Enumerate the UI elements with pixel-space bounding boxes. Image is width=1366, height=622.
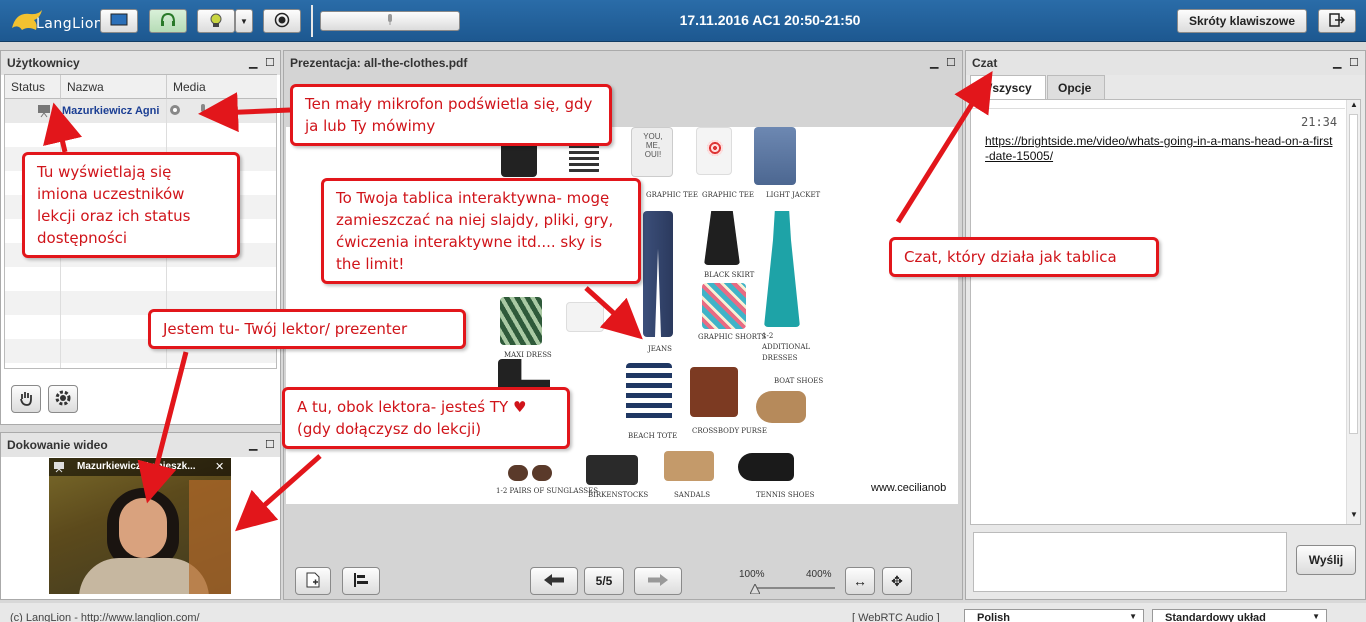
arrow-to-microphone — [198, 92, 291, 133]
callout-whiteboard: To Twoja tablica interaktywna- mogę zami… — [321, 178, 641, 284]
arrow-to-whiteboard — [584, 286, 643, 340]
arrow-to-teacher-video — [137, 351, 189, 504]
callout-users: Tu wyświetlają się imiona uczestników le… — [22, 152, 240, 258]
arrow-to-student-video — [235, 454, 322, 532]
callout-student: A tu, obok lektora- jesteś TY ♥ (gdy doł… — [282, 387, 570, 449]
callout-microphone: Ten mały mikrofon podświetla się, gdy ja… — [290, 84, 612, 146]
callout-chat: Czat, który działa jak tablica — [889, 237, 1159, 277]
arrow-to-chat — [895, 71, 993, 224]
arrow-to-user-status — [43, 102, 83, 153]
callout-teacher: Jestem tu- Twój lektor/ prezenter — [148, 309, 466, 349]
